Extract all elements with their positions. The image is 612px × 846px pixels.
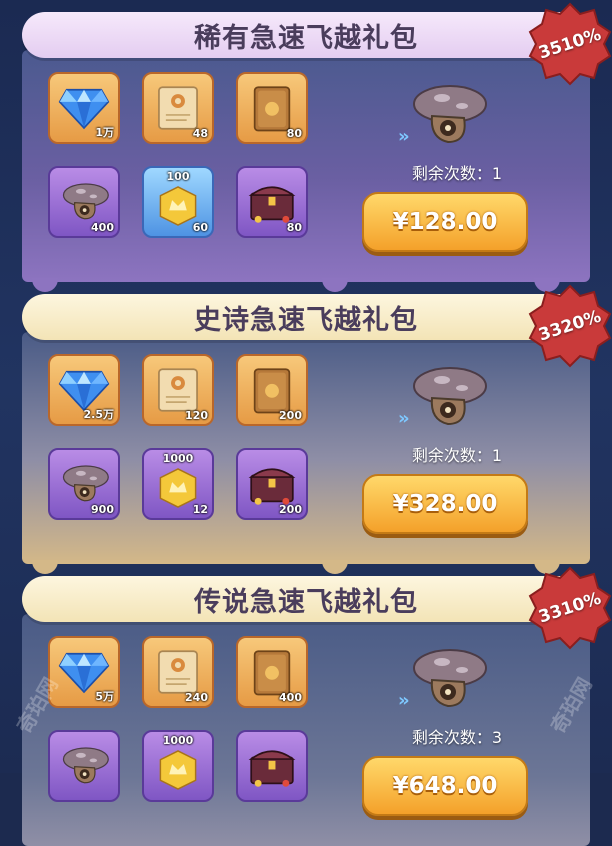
item-qty: 1万 — [95, 126, 114, 139]
item-qty: 200 — [279, 503, 302, 516]
buy-button[interactable]: ¥128.00 — [362, 192, 528, 252]
item-diamond[interactable]: 1万 — [48, 72, 120, 144]
speed-arrows-icon: » — [398, 408, 410, 429]
pack-title: 史诗急速飞越礼包 — [22, 294, 590, 340]
pack-title: 传说急速飞越礼包 — [22, 576, 590, 622]
item-card[interactable]: 80 — [236, 72, 308, 144]
item-mushroom[interactable]: 900 — [48, 448, 120, 520]
item-scroll[interactable]: 120 — [142, 354, 214, 426]
mushroom-icon — [402, 646, 492, 712]
item-chest[interactable]: 200 — [236, 448, 308, 520]
mushroom-icon — [402, 82, 492, 148]
item-card[interactable]: 400 — [236, 636, 308, 708]
item-qty: 200 — [279, 409, 302, 422]
item-diamond[interactable]: 2.5万 — [48, 354, 120, 426]
item-scroll[interactable]: 48 — [142, 72, 214, 144]
item-diamond[interactable]: 5万 — [48, 636, 120, 708]
item-qty: 80 — [286, 127, 302, 140]
item-crown-coin[interactable]: 1000 — [142, 730, 214, 802]
buy-button[interactable]: ¥328.00 — [362, 474, 528, 534]
item-qty: 48 — [192, 127, 208, 140]
speed-arrows-icon: » — [398, 690, 410, 711]
item-mushroom[interactable]: 400 — [48, 166, 120, 238]
item-qty: 400 — [91, 221, 114, 234]
mushroom-icon — [56, 744, 112, 788]
item-qty: 80 — [286, 221, 302, 234]
item-qty: 2.5万 — [83, 408, 115, 421]
item-mushroom[interactable] — [48, 730, 120, 802]
item-qty: 12 — [192, 503, 208, 516]
item-chest[interactable] — [236, 730, 308, 802]
gift-pack-legendary: 传说急速飞越礼包 3310% 5万 240 400 1000 » 剩余次数：3 … — [22, 576, 590, 846]
mushroom-icon — [402, 364, 492, 430]
item-grid: 5万 240 400 1000 — [48, 636, 310, 808]
item-grid: 2.5万 120 200 900 1000 12 200 — [48, 354, 310, 526]
item-qty: 120 — [185, 409, 208, 422]
remaining-count: 剩余次数：1 — [411, 446, 503, 465]
speed-arrows-icon: » — [398, 126, 410, 147]
discount-badge: 3510% — [528, 2, 612, 86]
gift-pack-rare: 稀有急速飞越礼包 3510% 1万 48 80 400 100 60 80 » 剩… — [22, 12, 590, 292]
item-qty: 5万 — [95, 690, 114, 703]
mushroom-icon — [56, 180, 112, 224]
discount-badge: 3320% — [528, 284, 612, 368]
item-chest[interactable]: 80 — [236, 166, 308, 238]
item-qty: 900 — [91, 503, 114, 516]
remaining-count: 剩余次数：3 — [411, 728, 503, 747]
item-qty: 400 — [279, 691, 302, 704]
item-crown-coin[interactable]: 100 60 — [142, 166, 214, 238]
pack-title: 稀有急速飞越礼包 — [22, 12, 590, 58]
discount-badge: 3310% — [528, 566, 612, 650]
chest-icon — [246, 740, 298, 792]
mushroom-icon — [56, 462, 112, 506]
item-qty: 60 — [192, 221, 208, 234]
crown-coin-icon — [156, 748, 200, 792]
buy-button[interactable]: ¥648.00 — [362, 756, 528, 816]
remaining-count: 剩余次数：1 — [411, 164, 503, 183]
item-scroll[interactable]: 240 — [142, 636, 214, 708]
gift-pack-epic: 史诗急速飞越礼包 3320% 2.5万 120 200 900 1000 12 2… — [22, 294, 590, 574]
item-crown-coin[interactable]: 1000 12 — [142, 448, 214, 520]
item-card[interactable]: 200 — [236, 354, 308, 426]
item-grid: 1万 48 80 400 100 60 80 — [48, 72, 310, 244]
item-qty: 240 — [185, 691, 208, 704]
